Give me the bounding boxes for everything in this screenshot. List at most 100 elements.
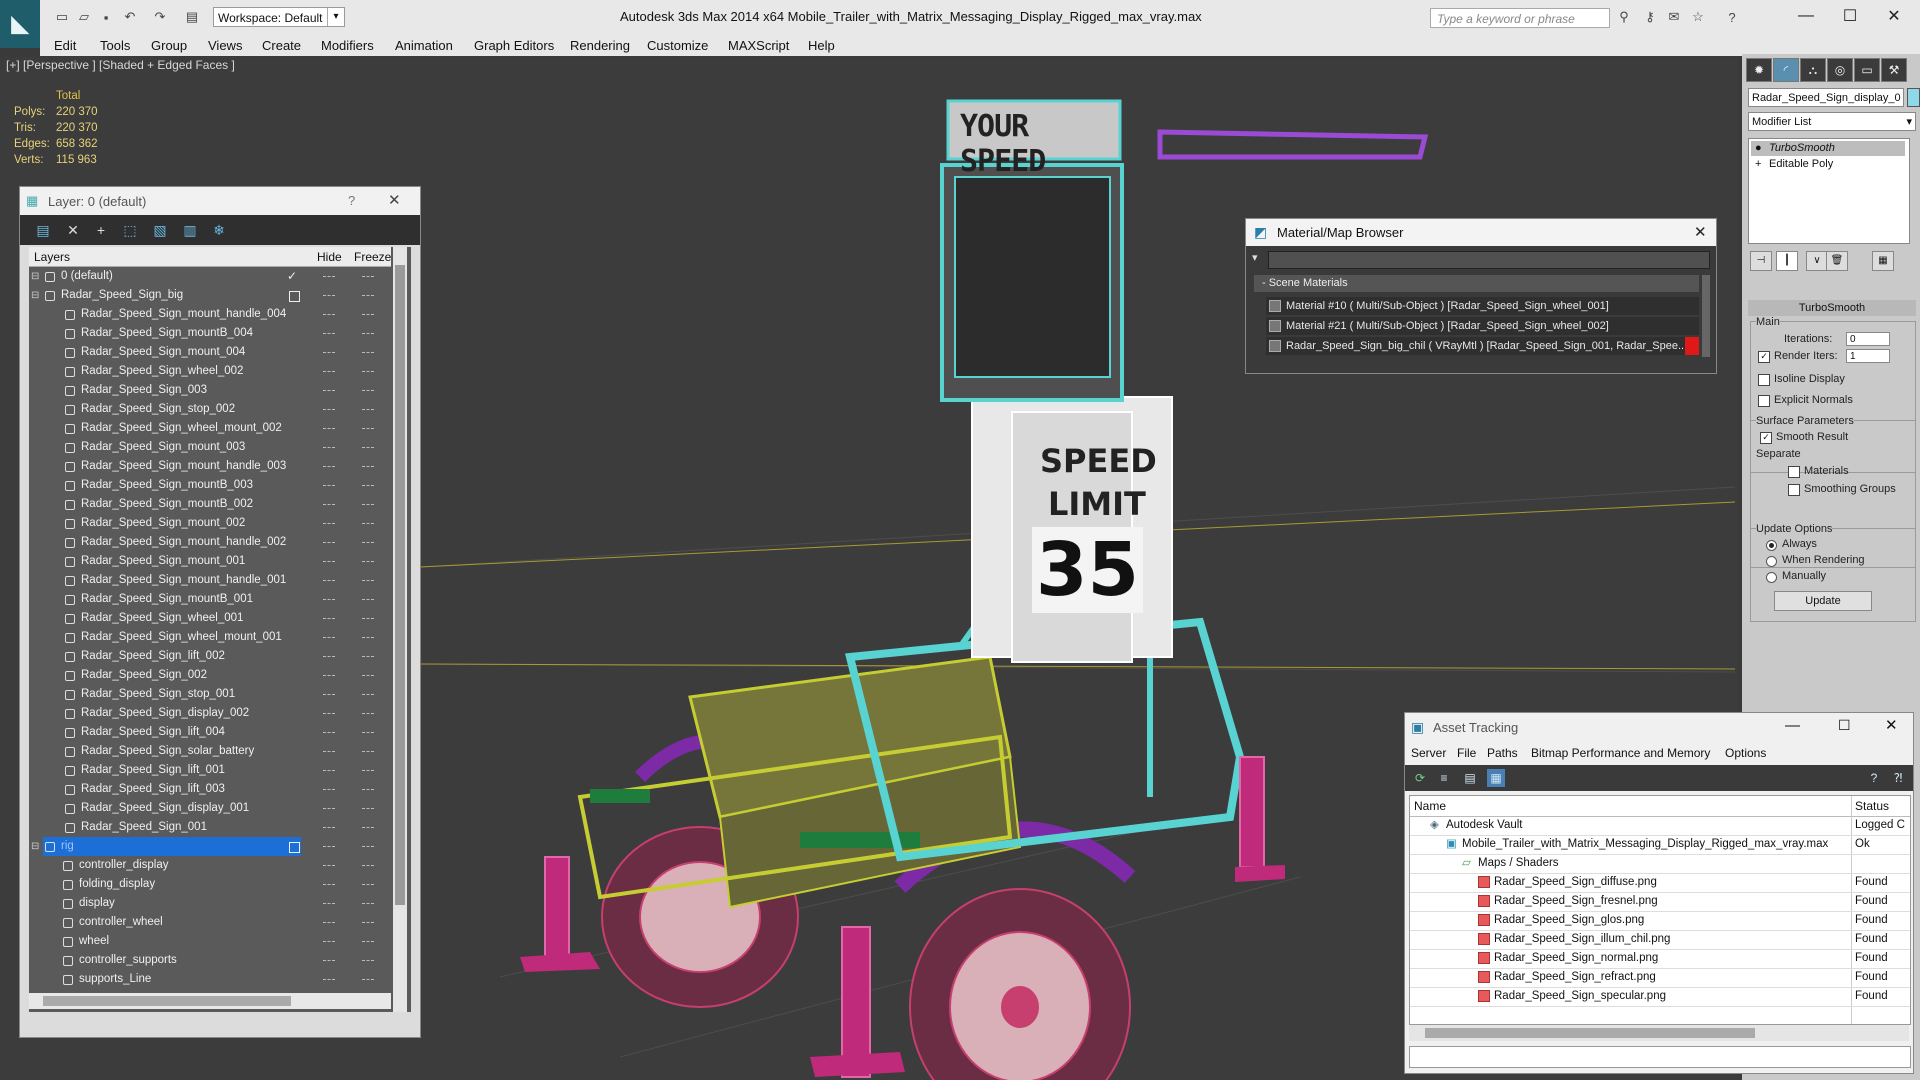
hide-toggle[interactable] xyxy=(323,713,335,716)
menu-bitmap-performance[interactable]: Bitmap Performance and Memory xyxy=(1531,746,1710,760)
hide-toggle[interactable] xyxy=(323,675,335,678)
hide-toggle[interactable] xyxy=(323,694,335,697)
freeze-toggle[interactable] xyxy=(362,960,374,963)
column-status[interactable]: Status xyxy=(1855,799,1889,813)
freeze-toggle[interactable] xyxy=(362,599,374,602)
collapse-icon[interactable]: ⊟ xyxy=(31,837,41,852)
freeze-toggle[interactable] xyxy=(362,390,374,393)
hide-toggle[interactable] xyxy=(323,504,335,507)
layer-hscroll-thumb[interactable] xyxy=(43,996,291,1006)
display-tab-icon[interactable]: ▭ xyxy=(1854,58,1880,82)
layer-row[interactable]: Radar_Speed_Sign_lift_003 xyxy=(29,780,391,799)
layer-row[interactable]: Radar_Speed_Sign_wheel_002 xyxy=(29,362,391,381)
hide-toggle[interactable] xyxy=(323,485,335,488)
modifier-stack[interactable]: ● TurboSmooth + Editable Poly xyxy=(1748,138,1910,244)
stack-item-editable-poly[interactable]: + Editable Poly xyxy=(1751,157,1905,172)
layer-scroll-thumb[interactable] xyxy=(395,265,405,905)
freeze-toggle[interactable] xyxy=(362,485,374,488)
layer-row[interactable]: Radar_Speed_Sign_001 xyxy=(29,818,391,837)
help-icon[interactable]: ? xyxy=(348,193,355,208)
layer-row[interactable]: ⊟ rig xyxy=(29,837,391,856)
utilities-tab-icon[interactable]: ⚒ xyxy=(1881,58,1907,82)
freeze-toggle[interactable] xyxy=(362,865,374,868)
menu-group[interactable]: Group xyxy=(151,38,187,53)
freeze-toggle[interactable] xyxy=(362,827,374,830)
asset-row[interactable]: Radar_Speed_Sign_refract.png Found xyxy=(1410,968,1910,988)
asset-row[interactable]: Radar_Speed_Sign_fresnel.png Found xyxy=(1410,892,1910,912)
freeze-toggle[interactable] xyxy=(362,732,374,735)
layer-row[interactable]: wheel xyxy=(29,932,391,951)
hide-toggle[interactable] xyxy=(323,390,335,393)
hide-toggle[interactable] xyxy=(323,542,335,545)
show-end-result-icon[interactable]: ┃ xyxy=(1776,251,1798,271)
hide-toggle[interactable] xyxy=(323,352,335,355)
freeze-toggle[interactable] xyxy=(362,618,374,621)
set-current-layer-box[interactable] xyxy=(289,291,300,302)
isoline-checkbox[interactable] xyxy=(1758,374,1770,386)
layer-row[interactable]: Radar_Speed_Sign_solar_battery xyxy=(29,742,391,761)
make-unique-icon[interactable]: ∨ xyxy=(1806,251,1828,271)
minimize-button[interactable]: — xyxy=(1785,717,1800,734)
freeze-toggle[interactable] xyxy=(362,580,374,583)
hide-toggle[interactable] xyxy=(323,922,335,925)
refresh-icon[interactable]: ⟳ xyxy=(1411,769,1429,787)
menu-customize[interactable]: Customize xyxy=(647,38,708,53)
freeze-toggle[interactable] xyxy=(362,903,374,906)
open-file-icon[interactable]: ▱ xyxy=(74,8,94,26)
render-iters-checkbox[interactable]: ✓ xyxy=(1758,351,1770,363)
layer-row[interactable]: Radar_Speed_Sign_mountB_001 xyxy=(29,590,391,609)
asset-row[interactable]: ▣ Mobile_Trailer_with_Matrix_Messaging_Di… xyxy=(1410,835,1910,855)
layer-list[interactable]: Layers Hide Freeze ⊟ 0 (default) ✓ ⊟ Radar_S… xyxy=(29,247,411,1012)
freeze-toggle[interactable] xyxy=(362,694,374,697)
menu-paths[interactable]: Paths xyxy=(1487,746,1518,760)
hide-toggle[interactable] xyxy=(323,979,335,982)
menu-help[interactable]: Help xyxy=(808,38,835,53)
freeze-toggle[interactable] xyxy=(362,295,374,298)
menu-graph-editors[interactable]: Graph Editors xyxy=(474,38,554,53)
layer-row[interactable]: Radar_Speed_Sign_mount_004 xyxy=(29,343,391,362)
delete-layer-icon[interactable]: ✕ xyxy=(64,221,82,239)
hide-toggle[interactable] xyxy=(323,865,335,868)
material-search-input[interactable] xyxy=(1268,251,1710,269)
highlight-layer-icon[interactable]: ▧ xyxy=(151,221,169,239)
freeze-toggle[interactable] xyxy=(362,675,374,678)
stack-item-turbosmooth[interactable]: ● TurboSmooth xyxy=(1751,141,1905,156)
hide-toggle[interactable] xyxy=(323,466,335,469)
hide-toggle[interactable] xyxy=(323,827,335,830)
motion-tab-icon[interactable]: ◎ xyxy=(1827,58,1853,82)
freeze-toggle[interactable] xyxy=(362,561,374,564)
object-name-field[interactable]: Radar_Speed_Sign_display_0 xyxy=(1748,88,1904,107)
layer-row[interactable]: Radar_Speed_Sign_wheel_mount_002 xyxy=(29,419,391,438)
layer-row[interactable]: ⊟ 0 (default) ✓ xyxy=(29,267,391,286)
app-logo-icon[interactable]: ◣ xyxy=(0,0,40,48)
layer-row[interactable]: Radar_Speed_Sign_mountB_002 xyxy=(29,495,391,514)
asset-row[interactable]: Radar_Speed_Sign_illum_chil.png Found xyxy=(1410,930,1910,950)
layer-row[interactable]: Radar_Speed_Sign_003 xyxy=(29,381,391,400)
hide-toggle[interactable] xyxy=(323,447,335,450)
hide-toggle[interactable] xyxy=(323,656,335,659)
layer-row[interactable]: Radar_Speed_Sign_mount_003 xyxy=(29,438,391,457)
expand-icon[interactable]: + xyxy=(1755,157,1761,172)
menu-modifiers[interactable]: Modifiers xyxy=(321,38,374,53)
hide-toggle[interactable] xyxy=(323,846,335,849)
menu-animation[interactable]: Animation xyxy=(395,38,453,53)
favorites-star-icon[interactable]: ☆ xyxy=(1688,8,1708,26)
freeze-toggle[interactable] xyxy=(362,428,374,431)
hide-toggle[interactable] xyxy=(323,960,335,963)
object-color-swatch[interactable] xyxy=(1907,88,1920,107)
minimize-button[interactable]: — xyxy=(1786,4,1826,28)
layer-row[interactable]: Radar_Speed_Sign_display_002 xyxy=(29,704,391,723)
layer-row[interactable]: Radar_Speed_Sign_stop_001 xyxy=(29,685,391,704)
menu-server[interactable]: Server xyxy=(1411,746,1446,760)
hide-toggle[interactable] xyxy=(323,732,335,735)
freeze-toggle[interactable] xyxy=(362,922,374,925)
hierarchy-tab-icon[interactable]: ⛬ xyxy=(1800,58,1826,82)
layer-row[interactable]: Radar_Speed_Sign_mount_handle_003 xyxy=(29,457,391,476)
freeze-toggle[interactable] xyxy=(362,637,374,640)
freeze-toggle[interactable] xyxy=(362,751,374,754)
help-icon[interactable]: ? xyxy=(1865,769,1883,787)
hide-all-layers-icon[interactable]: ▥ xyxy=(181,221,199,239)
always-radio[interactable] xyxy=(1766,540,1777,551)
collapse-icon[interactable]: ⊟ xyxy=(31,267,41,282)
lightbulb-icon[interactable]: ● xyxy=(1755,141,1762,156)
